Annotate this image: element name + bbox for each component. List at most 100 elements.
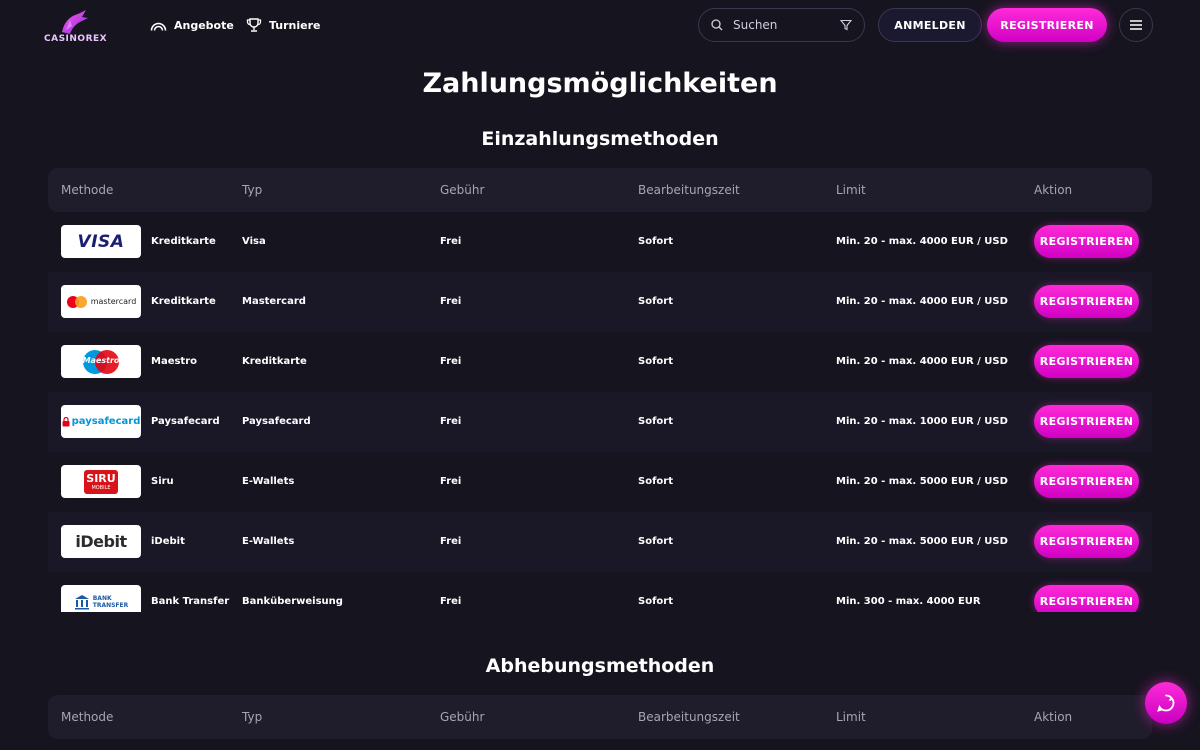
method-time: Sofort	[638, 296, 674, 307]
paysafecard-logo-text: paysafecard	[71, 416, 141, 427]
method-name: Kreditkarte	[151, 236, 216, 247]
method-limit: Min. 20 - max. 4000 EUR / USD	[836, 296, 1008, 307]
register-button[interactable]: REGISTRIEREN	[987, 8, 1107, 42]
table-row: mastercard Kreditkarte Mastercard Frei S…	[48, 272, 1152, 332]
bank-transfer-logo: BANK TRANSFER	[61, 585, 141, 612]
method-fee: Frei	[440, 596, 462, 607]
mastercard-logo: mastercard	[61, 285, 141, 318]
method-fee: Frei	[440, 416, 462, 427]
column-header-processing-time: Bearbeitungszeit	[638, 710, 740, 724]
paysafecard-logo: paysafecard	[61, 405, 141, 438]
search-icon	[711, 19, 723, 31]
register-button-siru[interactable]: REGISTRIEREN	[1034, 465, 1139, 498]
withdrawal-table-header: Methode Typ Gebühr Bearbeitungszeit Limi…	[48, 695, 1152, 739]
table-row: BANK TRANSFER Bank Transfer Banküberweis…	[48, 572, 1152, 612]
chat-bubble-icon	[1157, 694, 1175, 712]
deposit-table-header: Methode Typ Gebühr Bearbeitungszeit Limi…	[48, 168, 1152, 212]
method-time: Sofort	[638, 596, 674, 607]
method-type: Mastercard	[242, 296, 306, 307]
nav-label-turniere: Turniere	[269, 18, 321, 32]
bank-logo-line-2: TRANSFER	[92, 601, 129, 609]
deposit-section-title: Einzahlungsmethoden	[481, 128, 719, 150]
column-header-fee: Gebühr	[440, 183, 485, 197]
nav-item-turniere[interactable]: Turniere	[246, 14, 321, 36]
column-header-type: Typ	[242, 710, 263, 724]
deposit-table-body: VISA Kreditkarte Visa Frei Sofort Min. 2…	[48, 212, 1152, 612]
table-row: VISA Kreditkarte Visa Frei Sofort Min. 2…	[48, 212, 1152, 272]
column-header-limit: Limit	[836, 183, 866, 197]
logo-wordmark: CASINOREX	[44, 34, 108, 44]
column-header-method: Methode	[61, 183, 114, 197]
casino-logo[interactable]: CASINOREX	[44, 6, 107, 44]
page-title: Zahlungsmöglichkeiten	[422, 68, 778, 99]
siru-logo-text: SIRU	[86, 471, 116, 485]
bank-logo-line-1: BANK	[92, 594, 112, 602]
siru-logo-graphic: SIRU MOBILE	[84, 469, 118, 494]
column-header-fee: Gebühr	[440, 710, 485, 724]
table-row: Maestro Maestro Kreditkarte Frei Sofort …	[48, 332, 1152, 392]
register-button-idebit[interactable]: REGISTRIEREN	[1034, 525, 1139, 558]
method-time: Sofort	[638, 476, 674, 487]
bank-building-icon	[74, 594, 89, 609]
maestro-logo: Maestro	[61, 345, 141, 378]
nav-label-angebote: Angebote	[174, 18, 234, 32]
method-fee: Frei	[440, 236, 462, 247]
method-type: E-Wallets	[242, 536, 295, 547]
search-input[interactable]	[733, 18, 833, 32]
maestro-logo-text: Maestro	[82, 355, 120, 365]
top-header: CASINOREX Angebote Turniere ANMELDEN REG…	[0, 0, 1200, 50]
method-fee: Frei	[440, 476, 462, 487]
lock-icon	[62, 416, 70, 426]
register-button-mastercard[interactable]: REGISTRIEREN	[1034, 285, 1139, 318]
method-limit: Min. 20 - max. 5000 EUR / USD	[836, 476, 1008, 487]
register-button-bank-transfer[interactable]: REGISTRIEREN	[1034, 585, 1139, 612]
method-time: Sofort	[638, 356, 674, 367]
withdrawal-section-title: Abhebungsmethoden	[485, 655, 715, 677]
column-header-action: Aktion	[1034, 183, 1073, 197]
siru-logo: SIRU MOBILE	[61, 465, 141, 498]
idebit-logo-text: iDebit	[75, 532, 127, 551]
method-name: iDebit	[151, 536, 185, 547]
method-name: Kreditkarte	[151, 296, 216, 307]
column-header-type: Typ	[242, 183, 263, 197]
chat-button[interactable]	[1145, 682, 1187, 724]
method-name: Maestro	[151, 356, 198, 367]
login-button[interactable]: ANMELDEN	[878, 8, 982, 42]
siru-logo-subtext: MOBILE	[91, 484, 111, 491]
column-header-method: Methode	[61, 710, 114, 724]
trophy-icon	[246, 18, 262, 32]
menu-button[interactable]	[1119, 8, 1153, 42]
gauge-icon	[150, 22, 167, 31]
nav-item-angebote[interactable]: Angebote	[150, 14, 234, 36]
mastercard-circles-icon	[66, 295, 87, 308]
column-header-limit: Limit	[836, 710, 866, 724]
method-name: Bank Transfer	[151, 596, 230, 607]
filter-icon[interactable]	[840, 19, 852, 31]
method-limit: Min. 20 - max. 4000 EUR / USD	[836, 236, 1008, 247]
bank-transfer-logo-text: BANK TRANSFER	[93, 595, 129, 609]
register-button-paysafecard[interactable]: REGISTRIEREN	[1034, 405, 1139, 438]
method-name: Paysafecard	[151, 416, 220, 427]
mastercard-logo-text: mastercard	[90, 297, 137, 306]
search-box[interactable]	[698, 8, 865, 42]
method-fee: Frei	[440, 296, 462, 307]
method-type: E-Wallets	[242, 476, 295, 487]
method-fee: Frei	[440, 536, 462, 547]
method-time: Sofort	[638, 536, 674, 547]
visa-logo-text: VISA	[77, 231, 125, 252]
table-row: iDebit iDebit E-Wallets Frei Sofort Min.…	[48, 512, 1152, 572]
maestro-logo-graphic: Maestro	[82, 349, 120, 374]
method-limit: Min. 20 - max. 4000 EUR / USD	[836, 356, 1008, 367]
method-time: Sofort	[638, 416, 674, 427]
method-name: Siru	[151, 476, 174, 487]
register-button-maestro[interactable]: REGISTRIEREN	[1034, 345, 1139, 378]
method-fee: Frei	[440, 356, 462, 367]
register-button-visa[interactable]: REGISTRIEREN	[1034, 225, 1139, 258]
table-row: paysafecard Paysafecard Paysafecard Frei…	[48, 392, 1152, 452]
hamburger-menu-icon	[1130, 20, 1142, 30]
table-row: SIRU MOBILE Siru E-Wallets Frei Sofort M…	[48, 452, 1152, 512]
method-type: Paysafecard	[242, 416, 311, 427]
method-limit: Min. 300 - max. 4000 EUR	[836, 596, 981, 607]
method-type: Banküberweisung	[242, 596, 343, 607]
visa-logo: VISA	[61, 225, 141, 258]
